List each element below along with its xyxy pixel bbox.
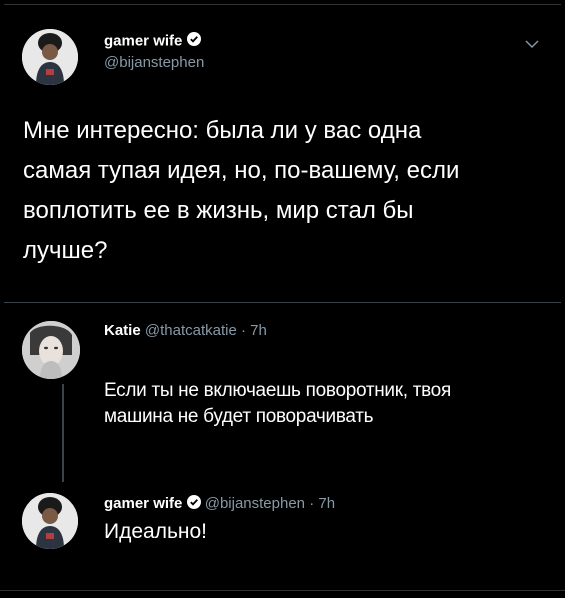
top-divider — [4, 4, 561, 5]
timestamp[interactable]: · 7h — [241, 322, 267, 339]
avatar[interactable] — [22, 321, 80, 379]
avatar[interactable] — [22, 493, 78, 549]
tweet-text-line: самая тупая идея, но, по-вашему, если — [23, 157, 460, 184]
tweet-text-line: воплотить ее в жизнь, мир стал бы — [23, 197, 414, 224]
avatar-image — [22, 493, 78, 549]
verified-badge-icon — [186, 32, 201, 51]
tweet-text-line: машина не будет поворачивать — [104, 406, 374, 427]
avatar-image — [22, 321, 80, 379]
user-handle[interactable]: @bijanstephen — [205, 495, 305, 512]
bottom-divider — [0, 590, 565, 591]
author-row: Katie @thatcatkatie · 7h — [104, 322, 267, 339]
avatar-image — [22, 29, 78, 85]
display-name[interactable]: gamer wife — [104, 495, 182, 512]
tweet-text: Если ты не включаешь поворотник, твоя ма… — [104, 378, 451, 430]
tweet-text: Идеально! — [104, 520, 208, 543]
author-row: gamer wife @bijanstephen · 7h — [104, 495, 335, 513]
display-name[interactable]: gamer wife — [104, 32, 182, 49]
tweet-text-line: Если ты не включаешь поворотник, твоя — [104, 380, 451, 401]
avatar[interactable] — [22, 29, 78, 85]
tweet-text-line: Мне интересно: была ли у вас одна — [23, 117, 422, 144]
user-handle[interactable]: @bijanstephen — [104, 54, 204, 71]
tweet-thread-screenshot: gamer wife @bijanstephen Мне интересно: … — [0, 0, 565, 598]
chevron-down-icon[interactable] — [524, 36, 540, 54]
tweet-divider — [4, 302, 561, 303]
timestamp[interactable]: · 7h — [309, 495, 335, 512]
user-handle[interactable]: @thatcatkatie — [145, 322, 237, 339]
tweet-text: Мне интересно: была ли у вас одна самая … — [23, 111, 459, 271]
display-name[interactable]: Katie — [104, 322, 141, 339]
verified-badge-icon — [186, 495, 201, 513]
author-row: gamer wife — [104, 32, 201, 51]
tweet-text-line: лучше? — [23, 237, 108, 264]
thread-connector — [62, 384, 64, 482]
